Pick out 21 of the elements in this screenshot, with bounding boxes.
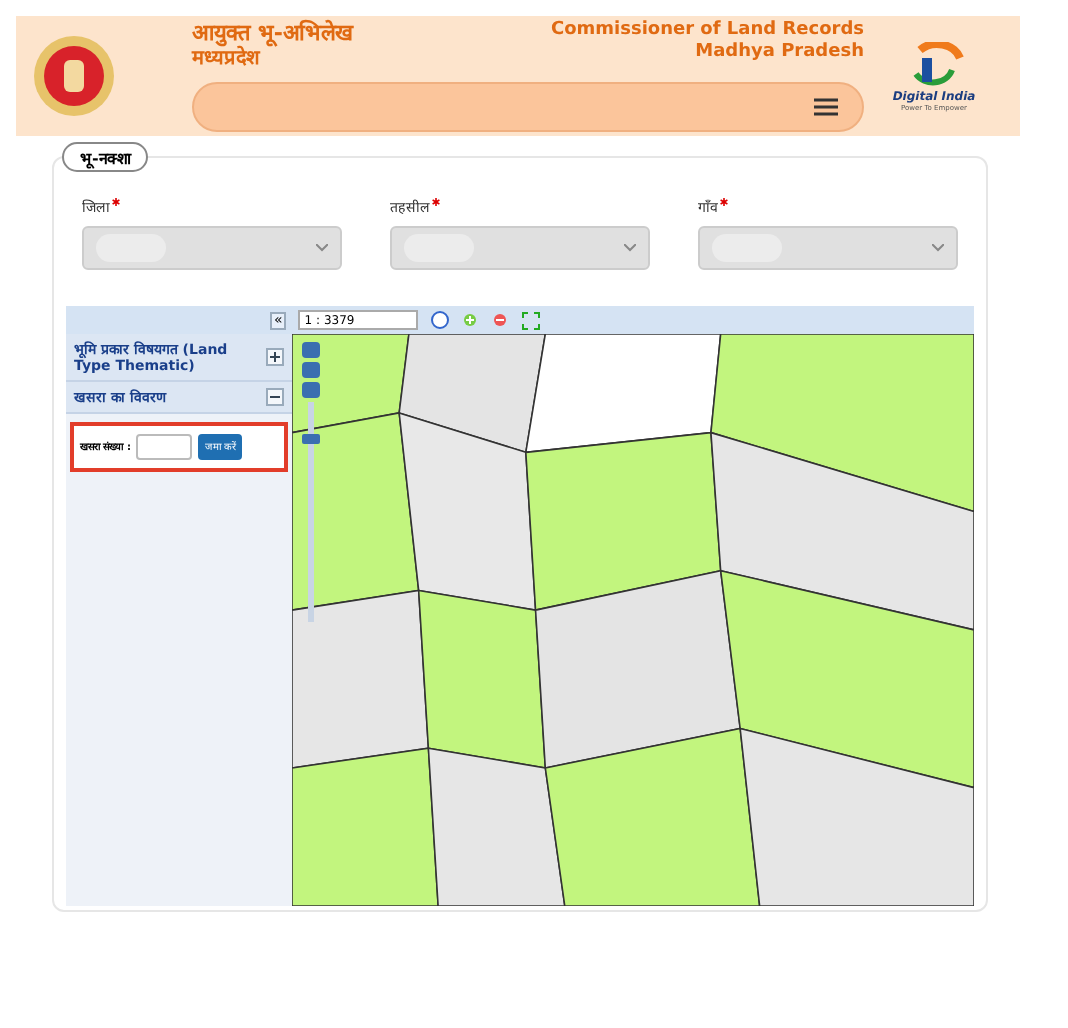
menu-icon[interactable] [814,97,838,116]
zoom-slider-thumb[interactable] [302,433,320,444]
minus-icon [270,392,280,402]
zoom-slider[interactable] [308,402,314,622]
zoom-out-icon[interactable] [492,311,511,329]
english-subtitle: Madhya Pradesh [695,42,864,64]
input-field[interactable] [136,434,193,460]
plus-icon [270,352,280,362]
chevron-icon [316,244,328,252]
globe-icon[interactable] [430,310,451,330]
fullscreen-icon[interactable] [522,311,541,329]
toggle-button[interactable] [266,388,284,406]
emblem-icon [32,34,116,118]
zoom-in-icon[interactable] [462,311,481,329]
chevron-icon [932,244,944,252]
toggle-button[interactable] [266,348,284,366]
english-title: Commissioner of Land Records [550,20,864,42]
section-legend: भू-नक्शा [62,142,149,172]
chevron-icon [624,244,636,252]
hindi-title: आयुक्त भू-अभिलेख [192,20,353,47]
hindi-subtitle: मध्यप्रदेश [192,47,260,72]
